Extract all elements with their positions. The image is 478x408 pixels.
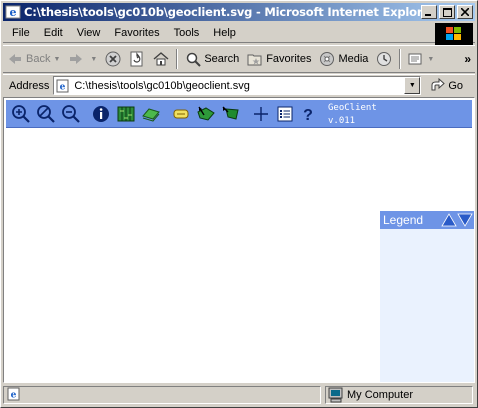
label-icon[interactable] xyxy=(171,104,191,124)
refresh-button[interactable] xyxy=(125,48,149,70)
back-label: Back xyxy=(26,53,51,65)
go-arrow-icon xyxy=(429,77,446,94)
standard-toolbar: Back ▼ ▼ Search Favorites Media ▼ » xyxy=(3,45,475,73)
mail-dropdown-icon[interactable]: ▼ xyxy=(427,56,434,63)
back-arrow-icon xyxy=(7,51,23,67)
crosshair-icon[interactable] xyxy=(251,104,271,124)
menu-view[interactable]: View xyxy=(70,27,108,39)
search-button[interactable]: Search xyxy=(181,48,243,70)
media-icon xyxy=(319,51,335,67)
info-icon[interactable] xyxy=(91,104,111,124)
svg-text:?: ? xyxy=(303,107,313,124)
address-bar: Address e C:\thesis\tools\gc010b\geoclie… xyxy=(3,74,475,96)
windows-logo-icon xyxy=(435,23,473,45)
list-icon[interactable] xyxy=(275,104,295,124)
address-dropdown-icon[interactable]: ▼ xyxy=(404,77,421,94)
go-label: Go xyxy=(448,79,464,92)
legend-title: Legend xyxy=(383,213,424,227)
mail-icon xyxy=(408,51,424,67)
home-button[interactable] xyxy=(149,48,173,70)
legend-header: Legend xyxy=(380,211,474,229)
geoclient-toolbar: ? GeoClient v.011 xyxy=(6,100,472,128)
menu-tools[interactable]: Tools xyxy=(167,27,207,39)
window-title: C:\thesis\tools\gc010b\geoclient.svg - M… xyxy=(24,5,436,19)
back-button[interactable]: Back ▼ xyxy=(3,48,64,70)
forward-dropdown-icon[interactable]: ▼ xyxy=(90,56,97,63)
favorites-label: Favorites xyxy=(266,53,312,65)
my-computer-icon xyxy=(328,387,344,403)
forward-button[interactable]: ▼ xyxy=(64,48,101,70)
address-input[interactable]: e C:\thesis\tools\gc010b\geoclient.svg ▼ xyxy=(53,76,422,95)
back-dropdown-icon[interactable]: ▼ xyxy=(53,56,60,63)
geoclient-name: GeoClient xyxy=(328,103,377,113)
stop-icon xyxy=(105,51,121,67)
zoom-in-icon[interactable] xyxy=(11,104,31,124)
legend-collapse-up-icon[interactable] xyxy=(441,213,457,230)
page-icon: e xyxy=(56,79,70,93)
status-bar: e My Computer xyxy=(3,385,475,405)
help-icon[interactable]: ? xyxy=(298,104,318,124)
home-icon xyxy=(153,51,169,67)
history-button[interactable] xyxy=(372,48,396,70)
status-text-cell: e xyxy=(3,386,321,404)
menu-file[interactable]: File xyxy=(3,27,37,39)
geoclient-title: GeoClient v.011 xyxy=(328,102,377,128)
title-bar[interactable]: e C:\thesis\tools\gc010b\geoclient.svg -… xyxy=(3,3,475,21)
close-button[interactable] xyxy=(457,5,473,19)
legend-panel xyxy=(380,229,474,382)
ie-page-status-icon: e xyxy=(7,387,21,404)
maximize-button[interactable] xyxy=(439,5,455,19)
select-feature-icon[interactable] xyxy=(221,104,241,124)
svg-text:e: e xyxy=(11,390,17,400)
svg-text:e: e xyxy=(60,82,66,92)
address-label: Address xyxy=(9,79,50,92)
geoclient-version: v.011 xyxy=(328,116,356,126)
media-label: Media xyxy=(338,53,369,65)
history-icon xyxy=(376,51,392,67)
zoom-reset-icon[interactable] xyxy=(36,104,56,124)
toolbar-separator xyxy=(399,49,402,69)
menu-bar: File Edit View Favorites Tools Help xyxy=(3,23,475,45)
favorites-button[interactable]: Favorites xyxy=(243,48,315,70)
go-button[interactable]: Go xyxy=(429,77,464,94)
layers-icon[interactable] xyxy=(116,104,136,124)
menu-help[interactable]: Help xyxy=(206,27,243,39)
forward-arrow-icon xyxy=(68,51,84,67)
media-button[interactable]: Media xyxy=(315,48,372,70)
map-layer-icon[interactable] xyxy=(141,104,161,124)
select-area-icon[interactable] xyxy=(196,104,216,124)
svg-text:e: e xyxy=(10,6,17,19)
legend-expand-down-icon[interactable] xyxy=(457,213,473,230)
page-content: ? GeoClient v.011 Legend xyxy=(3,97,475,383)
toolbar-separator xyxy=(176,49,179,69)
stop-button[interactable] xyxy=(101,48,125,70)
minimize-button[interactable] xyxy=(421,5,437,19)
refresh-icon xyxy=(129,51,145,67)
status-zone-cell: My Computer xyxy=(325,386,473,404)
menu-favorites[interactable]: Favorites xyxy=(107,27,166,39)
menu-edit[interactable]: Edit xyxy=(37,27,70,39)
address-value: C:\thesis\tools\gc010b\geoclient.svg xyxy=(74,79,250,92)
ie-logo-icon: e xyxy=(5,4,21,20)
zoom-out-icon[interactable] xyxy=(61,104,81,124)
ie-window: e C:\thesis\tools\gc010b\geoclient.svg -… xyxy=(0,0,478,408)
search-label: Search xyxy=(204,53,240,65)
search-icon xyxy=(185,51,202,67)
favorites-folder-icon xyxy=(247,51,263,67)
mail-button[interactable]: ▼ xyxy=(404,48,438,70)
zone-label: My Computer xyxy=(347,389,414,401)
toolbar-overflow-chevron[interactable]: » xyxy=(460,48,475,70)
